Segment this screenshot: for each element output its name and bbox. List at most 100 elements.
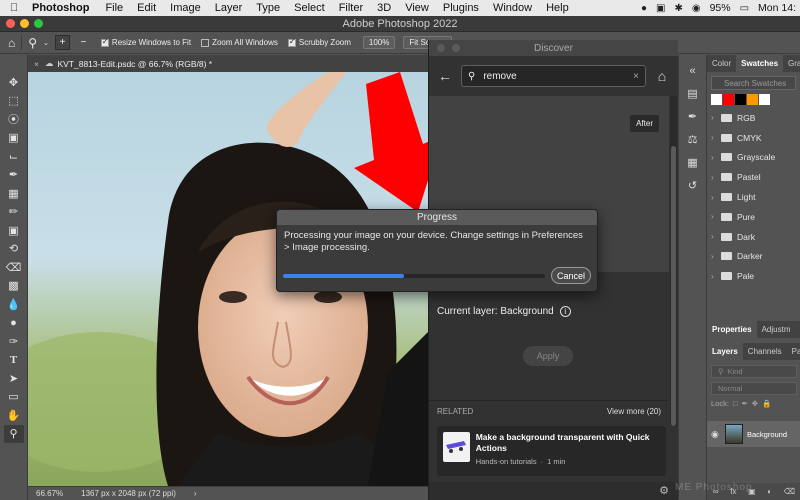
blend-mode-select[interactable]: Normal bbox=[711, 382, 797, 395]
visibility-eye-icon[interactable]: ◉ bbox=[711, 429, 721, 440]
swatch-folder[interactable]: › Darker bbox=[707, 247, 800, 267]
menu-image[interactable]: Image bbox=[163, 2, 208, 14]
menu-edit[interactable]: Edit bbox=[130, 2, 163, 14]
menubar-clock[interactable]: Mon 14: bbox=[758, 2, 796, 14]
chevron-right-icon[interactable]: › bbox=[711, 153, 716, 162]
move-tool-icon[interactable]: ✥ bbox=[4, 73, 24, 92]
zoom-tool-icon[interactable]: ⚲ bbox=[3, 424, 24, 443]
chevron-right-icon[interactable]: › bbox=[711, 272, 716, 281]
tab-color[interactable]: Color bbox=[707, 59, 736, 68]
menu-filter[interactable]: Filter bbox=[332, 2, 370, 14]
view-more-link[interactable]: View more (20) bbox=[607, 407, 661, 416]
marquee-tool-icon[interactable]: ⬚ bbox=[4, 92, 24, 111]
new-fill-layer-icon[interactable]: ◐ bbox=[767, 487, 772, 496]
lasso-tool-icon[interactable]: ⦿ bbox=[4, 110, 24, 129]
tab-adjustments[interactable]: Adjustm bbox=[757, 325, 796, 334]
layer-row[interactable]: ◉ Background bbox=[707, 421, 800, 447]
battery-icon[interactable]: ▭ bbox=[740, 3, 749, 14]
tab-paths[interactable]: Pa bbox=[787, 347, 800, 356]
tab-channels[interactable]: Channels bbox=[743, 347, 787, 356]
menu-type[interactable]: Type bbox=[249, 2, 287, 14]
swatch-folder[interactable]: › CMYK bbox=[707, 128, 800, 148]
chevron-right-icon[interactable]: › bbox=[194, 489, 197, 498]
swatch-folder[interactable]: › Pastel bbox=[707, 167, 800, 187]
display-icon[interactable]: ▣ bbox=[656, 3, 665, 14]
chevron-right-icon[interactable]: › bbox=[711, 133, 716, 142]
pen-tool-icon[interactable]: ✑ bbox=[4, 332, 24, 351]
adjustments-icon[interactable]: ⚖ bbox=[688, 133, 698, 146]
zoom-window-icon[interactable] bbox=[34, 19, 43, 28]
zoom-level[interactable]: 66.67% bbox=[36, 489, 63, 498]
scrollbar-thumb[interactable] bbox=[671, 146, 676, 426]
card-title[interactable]: Make a background transparent with Quick… bbox=[476, 432, 660, 454]
back-arrow-icon[interactable]: ← bbox=[437, 68, 453, 84]
chevron-right-icon[interactable]: › bbox=[711, 232, 716, 241]
info-icon[interactable]: i bbox=[559, 306, 571, 317]
checkbox-checked-icon[interactable] bbox=[287, 37, 296, 47]
zoom-in-icon[interactable]: + bbox=[54, 35, 70, 50]
lock-brush-icon[interactable]: ✒ bbox=[741, 399, 747, 408]
healing-brush-tool-icon[interactable]: ▦ bbox=[4, 184, 24, 203]
chevron-right-icon[interactable]: › bbox=[711, 212, 716, 221]
menu-view[interactable]: View bbox=[398, 2, 436, 14]
chevron-right-icon[interactable]: › bbox=[711, 113, 716, 122]
discover-scrollbar[interactable] bbox=[670, 96, 677, 426]
after-toggle-button[interactable]: After bbox=[630, 115, 659, 132]
swatches-search-input[interactable]: Search Swatches bbox=[711, 76, 796, 90]
layer-kind-filter[interactable]: ⚲ Kind bbox=[711, 365, 797, 378]
tab-swatches[interactable]: Swatches bbox=[736, 55, 784, 72]
menu-select[interactable]: Select bbox=[287, 2, 332, 14]
type-tool-icon[interactable]: T bbox=[4, 351, 24, 370]
swatch-white[interactable] bbox=[759, 94, 770, 105]
gear-icon[interactable]: ⚙ bbox=[659, 484, 669, 497]
tab-layers[interactable]: Layers bbox=[707, 343, 743, 360]
swatch-black[interactable] bbox=[735, 94, 746, 105]
zoom-100-button[interactable]: 100% bbox=[362, 36, 396, 49]
swatch-folder[interactable]: › Pale bbox=[707, 266, 800, 286]
history-icon[interactable]: ↺ bbox=[688, 179, 697, 192]
related-tutorial-card[interactable]: Make a background transparent with Quick… bbox=[437, 426, 666, 476]
swatch-folder[interactable]: › Pure bbox=[707, 207, 800, 227]
minimize-panel-icon[interactable] bbox=[452, 44, 460, 52]
wifi-icon[interactable]: ◉ bbox=[692, 3, 701, 14]
object-selection-tool-icon[interactable]: ▣ bbox=[4, 129, 24, 148]
trash-icon[interactable]: ⌫ bbox=[784, 487, 795, 496]
menu-app-name[interactable]: Photoshop bbox=[28, 2, 98, 14]
layer-name[interactable]: Background bbox=[747, 430, 787, 439]
swatch-folder[interactable]: › Dark bbox=[707, 227, 800, 247]
cancel-button[interactable]: Cancel bbox=[551, 267, 591, 284]
swatch-white[interactable] bbox=[711, 94, 722, 105]
minimize-window-icon[interactable] bbox=[20, 19, 29, 28]
brush-tool-icon[interactable]: ✏ bbox=[4, 203, 24, 222]
close-panel-icon[interactable] bbox=[437, 44, 445, 52]
path-selection-tool-icon[interactable]: ➤ bbox=[4, 369, 24, 388]
apple-menu-icon[interactable]:  bbox=[0, 2, 28, 14]
tab-gradients[interactable]: Grad bbox=[783, 59, 800, 68]
close-window-icon[interactable] bbox=[6, 19, 15, 28]
swatch-folder[interactable]: › Light bbox=[707, 187, 800, 207]
menu-file[interactable]: File bbox=[98, 2, 130, 14]
home-icon[interactable]: ⌂ bbox=[654, 68, 670, 84]
checkbox-unchecked-icon[interactable] bbox=[201, 38, 210, 47]
menu-window[interactable]: Window bbox=[486, 2, 539, 14]
history-brush-tool-icon[interactable]: ⟲ bbox=[4, 240, 24, 259]
swatch-folder[interactable]: › RGB bbox=[707, 108, 800, 128]
chevron-down-icon[interactable]: ⌄ bbox=[43, 39, 49, 47]
chevron-right-icon[interactable]: › bbox=[711, 193, 716, 202]
rectangle-tool-icon[interactable]: ▭ bbox=[4, 388, 24, 407]
clone-stamp-tool-icon[interactable]: ▣ bbox=[4, 221, 24, 240]
lock-position-icon[interactable]: ✥ bbox=[752, 399, 758, 408]
discover-search-value[interactable]: remove bbox=[483, 71, 625, 82]
swatch-folder[interactable]: › Grayscale bbox=[707, 148, 800, 168]
menu-help[interactable]: Help bbox=[539, 2, 576, 14]
scrubby-zoom-checkbox[interactable]: Scrubby Zoom bbox=[287, 37, 351, 47]
chevron-right-icon[interactable]: › bbox=[711, 173, 716, 182]
home-icon[interactable]: ⌂ bbox=[8, 36, 15, 50]
lock-pixels-icon[interactable]: □ bbox=[733, 399, 738, 408]
zoom-tool-icon[interactable]: ⚲ bbox=[28, 36, 37, 50]
character-icon[interactable]: ▦ bbox=[687, 156, 697, 169]
swatch-red[interactable] bbox=[723, 94, 734, 105]
swatch-orange[interactable] bbox=[747, 94, 758, 105]
menu-plugins[interactable]: Plugins bbox=[436, 2, 486, 14]
zoom-all-windows-checkbox[interactable]: Zoom All Windows bbox=[201, 38, 278, 47]
